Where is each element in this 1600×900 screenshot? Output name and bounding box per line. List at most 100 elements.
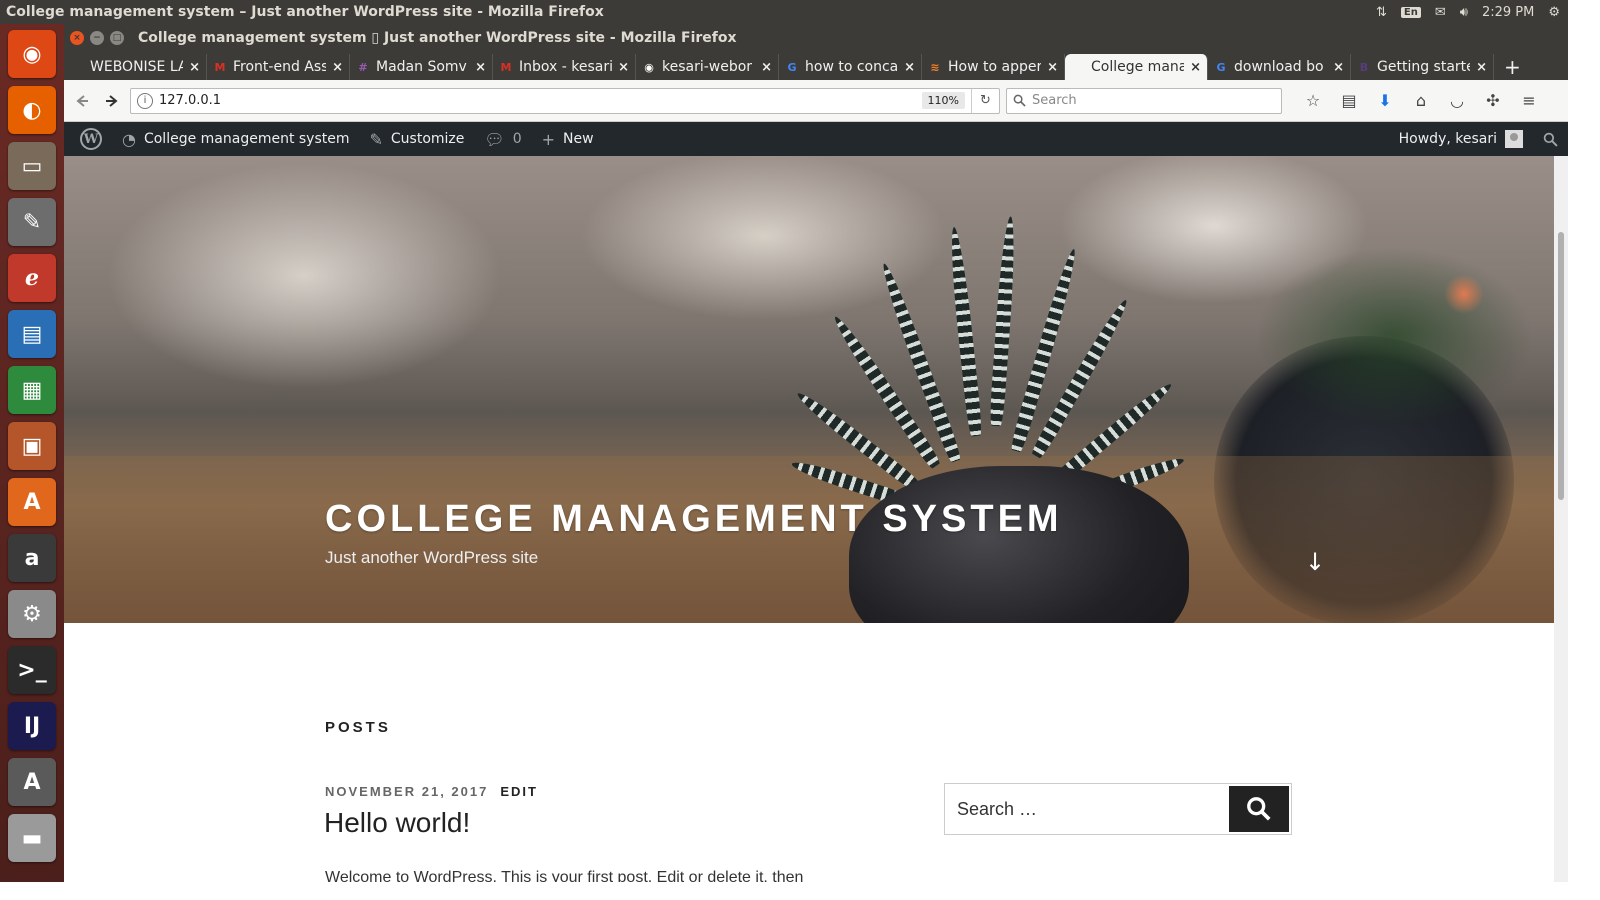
- system-settings-icon[interactable]: ⚙: [8, 590, 56, 638]
- clock[interactable]: 2:29 PM: [1482, 5, 1534, 20]
- minimize-window-button[interactable]: −: [90, 31, 104, 45]
- header-hero-image: COLLEGE MANAGEMENT SYSTEM Just another W…: [64, 156, 1554, 623]
- tab-label: WEBONISE LAB: [90, 59, 183, 75]
- disk-icon[interactable]: ▬: [8, 814, 56, 862]
- tab-5[interactable]: ◉ kesari-webor ×: [636, 54, 779, 80]
- customize-label: Customize: [390, 131, 465, 147]
- tab-close-icon[interactable]: ×: [332, 60, 343, 75]
- tab-close-icon[interactable]: ×: [1047, 60, 1058, 75]
- tab-3[interactable]: # Madan Somv ×: [350, 54, 493, 80]
- forward-arrow-icon: [106, 94, 118, 107]
- close-window-button[interactable]: ×: [70, 31, 84, 45]
- tab-label: Inbox - kesari: [519, 59, 613, 75]
- intellij-icon[interactable]: IJ: [8, 702, 56, 750]
- tab-close-icon[interactable]: ×: [1190, 60, 1201, 75]
- settings-gear-icon[interactable]: ⚙: [1548, 5, 1560, 20]
- main-content: POSTS NOVEMBER 21, 2017 EDIT Hello world…: [64, 623, 1554, 882]
- site-info-icon[interactable]: i: [137, 92, 153, 109]
- wordpress-logo-icon: W: [80, 128, 102, 150]
- tab-close-icon[interactable]: ×: [904, 60, 915, 75]
- tab-close-icon[interactable]: ×: [1333, 60, 1344, 75]
- comments-count: 0: [512, 131, 522, 147]
- home-icon[interactable]: ⌂: [1408, 89, 1434, 113]
- url-bar[interactable]: i 127.0.0.1 110% ↻: [130, 87, 1000, 114]
- tab-6[interactable]: Ghow to conca ×: [779, 54, 922, 80]
- scroll-down-arrow-icon[interactable]: ↓: [1305, 548, 1325, 576]
- writer-icon[interactable]: ▤: [8, 310, 56, 358]
- active-window-title: College management system – Just another…: [6, 4, 604, 20]
- tab-10[interactable]: B Getting starte ×: [1351, 54, 1494, 80]
- text-editor-icon[interactable]: ✎: [8, 198, 56, 246]
- dashboard-icon: ◔: [122, 129, 136, 149]
- search-submit-button[interactable]: [1229, 786, 1289, 832]
- search-placeholder: Search: [1032, 93, 1077, 108]
- tab-9[interactable]: Gdownload bo ×: [1208, 54, 1351, 80]
- avatar: [1505, 130, 1523, 148]
- plus-icon: +: [541, 129, 556, 149]
- url-text[interactable]: 127.0.0.1: [159, 93, 922, 108]
- post-date-link[interactable]: NOVEMBER 21, 2017: [325, 784, 488, 799]
- tab-close-icon[interactable]: ×: [1476, 60, 1487, 75]
- forward-button[interactable]: [100, 89, 124, 113]
- customize-link[interactable]: ✎ Customize: [360, 122, 475, 156]
- amazon-icon[interactable]: a: [8, 534, 56, 582]
- maximize-window-button[interactable]: □: [110, 31, 124, 45]
- tab-7[interactable]: ≋ How to apper ×: [922, 54, 1065, 80]
- tab-close-icon[interactable]: ×: [761, 60, 772, 75]
- reload-icon[interactable]: ↻: [971, 88, 999, 113]
- ubuntu-dash-icon[interactable]: ◉: [8, 30, 56, 78]
- tab-label: how to conca: [805, 59, 899, 75]
- howdy-label: Howdy, kesari: [1398, 131, 1497, 147]
- reading-list-icon[interactable]: ▤: [1336, 89, 1362, 113]
- terminal-icon[interactable]: >_: [8, 646, 56, 694]
- menu-icon[interactable]: ≡: [1516, 89, 1542, 113]
- firefox-icon[interactable]: ◐: [8, 86, 56, 134]
- calc-icon[interactable]: ▦: [8, 366, 56, 414]
- site-name-menu[interactable]: ◔ College management system: [112, 122, 360, 156]
- tab-favicon-icon: M: [500, 60, 512, 74]
- site-title[interactable]: COLLEGE MANAGEMENT SYSTEM: [325, 498, 1063, 541]
- keyboard-layout-indicator[interactable]: En: [1400, 6, 1421, 18]
- search-widget: Search …: [944, 783, 1292, 835]
- software-center-icon[interactable]: A: [8, 478, 56, 526]
- tab-close-icon[interactable]: ×: [475, 60, 486, 75]
- wp-logo-menu[interactable]: W: [70, 122, 112, 156]
- tab-8[interactable]: College manager ×: [1065, 54, 1208, 80]
- search-input[interactable]: Search …: [945, 784, 1227, 834]
- tab-close-icon[interactable]: ×: [618, 60, 629, 75]
- new-tab-button[interactable]: +: [1494, 54, 1531, 80]
- navigation-toolbar: i 127.0.0.1 110% ↻ Search ☆ ▤ ⬇ ⌂ ◡ ✣ ≡: [64, 80, 1568, 122]
- search-bar[interactable]: Search: [1006, 87, 1282, 114]
- mail-icon[interactable]: ✉: [1435, 5, 1446, 20]
- comments-link[interactable]: 💬︎ 0: [474, 122, 531, 156]
- scrollbar-thumb[interactable]: [1558, 232, 1564, 500]
- search-icon: [1247, 797, 1271, 821]
- downloads-icon[interactable]: ⬇: [1372, 89, 1398, 113]
- comment-bubble-icon: 💬︎: [484, 129, 505, 149]
- admin-search-button[interactable]: [1533, 122, 1568, 156]
- volume-icon[interactable]: 🔊︎: [1460, 5, 1468, 20]
- extension-icon[interactable]: ✣: [1480, 89, 1506, 113]
- tab-1[interactable]: WEBONISE LAB ×: [64, 54, 207, 80]
- my-account-menu[interactable]: Howdy, kesari: [1389, 122, 1533, 156]
- post-edit-link[interactable]: EDIT: [500, 784, 538, 799]
- impress-icon[interactable]: ▣: [8, 422, 56, 470]
- software-updater-icon[interactable]: A: [8, 758, 56, 806]
- bookmark-star-icon[interactable]: ☆: [1300, 89, 1326, 113]
- toolbar-icons: ☆ ▤ ⬇ ⌂ ◡ ✣ ≡: [1300, 89, 1542, 113]
- tab-label: Madan Somv: [376, 59, 467, 75]
- post-title-link[interactable]: Hello world!: [324, 807, 470, 839]
- tab-2[interactable]: M Front-end Ass ×: [207, 54, 350, 80]
- network-icon[interactable]: ⇅: [1376, 5, 1387, 20]
- document-viewer-icon[interactable]: ℯ: [8, 254, 56, 302]
- plant-pot: [849, 466, 1189, 623]
- tab-4[interactable]: M Inbox - kesari ×: [493, 54, 636, 80]
- pocket-icon[interactable]: ◡: [1444, 89, 1470, 113]
- page-scrollbar[interactable]: [1554, 156, 1568, 882]
- back-button[interactable]: [70, 89, 94, 113]
- new-content-menu[interactable]: + New: [532, 122, 604, 156]
- tab-close-icon[interactable]: ×: [189, 60, 200, 75]
- zoom-indicator[interactable]: 110%: [921, 92, 965, 109]
- window-title-text: College management system ▯ Just another…: [138, 30, 737, 46]
- files-icon[interactable]: ▭: [8, 142, 56, 190]
